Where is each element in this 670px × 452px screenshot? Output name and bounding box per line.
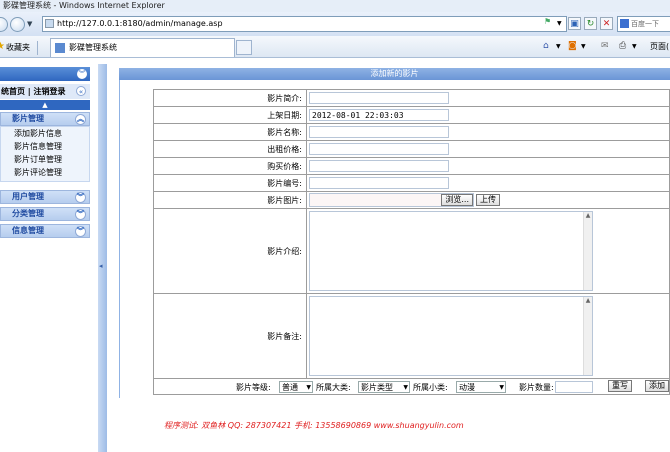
scroll-up-icon[interactable]: ▲: [0, 100, 90, 110]
grade-label: 影片等级:: [236, 382, 271, 392]
address-bar[interactable]: http://127.0.0.1:8180/admin/manage.asp: [42, 16, 567, 32]
sidebar-toggle-icon[interactable]: «: [76, 86, 86, 96]
textarea-scrollbar[interactable]: ▲: [583, 212, 592, 290]
page-icon: [45, 19, 54, 28]
section-label: 分类管理: [12, 209, 44, 218]
name-label: 影片名称:: [153, 123, 307, 141]
sidebar-section-movies[interactable]: 影片管理 ︽: [0, 112, 90, 126]
intro-label: 影片简介:: [153, 89, 307, 107]
print-dropdown-icon[interactable]: ▼: [632, 43, 637, 50]
tab-title: 影碟管理系统: [69, 43, 117, 52]
rent-input[interactable]: [309, 143, 449, 155]
browse-button[interactable]: 浏览...: [441, 194, 473, 206]
history-dropdown-icon[interactable]: ▼: [27, 20, 32, 28]
add-button[interactable]: 添加: [645, 379, 669, 392]
sidebar-item-movie-comments[interactable]: 影片评论管理: [14, 167, 62, 178]
minor-value: 动漫: [459, 382, 475, 392]
grade-value: 普通: [282, 382, 298, 392]
textarea-scrollbar[interactable]: ▲: [583, 297, 592, 375]
section-label: 信息管理: [12, 226, 44, 235]
image-label: 影片图片:: [153, 191, 307, 209]
rss-icon[interactable]: ▣: [568, 17, 581, 30]
chevron-down-icon: ▼: [306, 383, 311, 391]
intro-input[interactable]: [309, 92, 449, 104]
page-menu-button[interactable]: 页面(: [650, 41, 669, 52]
buy-label: 购买价格:: [153, 157, 307, 175]
favorites-star-icon[interactable]: ★: [0, 41, 5, 52]
search-engine-icon: [620, 19, 629, 28]
tab-page-icon: [55, 43, 65, 53]
address-text: http://127.0.0.1:8180/admin/manage.asp: [57, 19, 223, 28]
sidebar-section-users[interactable]: 用户管理 ︾: [0, 190, 90, 204]
feeds-dropdown-icon[interactable]: ▼: [581, 43, 586, 50]
sidebar-section-categories[interactable]: 分类管理 ︾: [0, 207, 90, 221]
sidebar-splitter[interactable]: [98, 64, 107, 452]
major-label: 所属大类:: [316, 382, 351, 392]
tab-active[interactable]: 影碟管理系统: [50, 38, 235, 57]
chevron-down-icon: ︾: [75, 226, 86, 237]
home-dropdown-icon[interactable]: ▼: [556, 43, 561, 50]
section-label: 用户管理: [12, 192, 44, 201]
major-select[interactable]: 影片类型 ▼: [358, 380, 410, 393]
page-title: 添加新的影片: [119, 68, 670, 80]
address-dropdown-icon[interactable]: ▼: [557, 20, 562, 27]
sidebar-section-info[interactable]: 信息管理 ︾: [0, 224, 90, 238]
upload-button[interactable]: 上传: [476, 194, 500, 206]
footer-credits: 程序测试: 双鱼林 QQ: 287307421 手机: 13558690869 …: [164, 421, 464, 430]
mail-icon[interactable]: ✉: [601, 41, 609, 51]
new-tab-button[interactable]: [236, 40, 252, 55]
refresh-icon[interactable]: ↻: [584, 17, 597, 30]
major-value: 影片类型: [361, 382, 393, 392]
desc-textarea[interactable]: ▲: [309, 211, 593, 291]
buy-input[interactable]: [309, 160, 449, 172]
compat-icon[interactable]: ⚑: [544, 17, 551, 26]
reset-button[interactable]: 重写: [608, 379, 632, 392]
desc-label: 影片介绍:: [153, 208, 307, 294]
date-input[interactable]: 2012-08-01 22:03:03: [309, 109, 449, 121]
splitter-arrow-icon[interactable]: ◂: [99, 262, 106, 272]
movie-form: 影片简介: 上架日期: 2012-08-01 22:03:03 影片名称: 出租…: [153, 89, 670, 395]
qty-label: 影片数量:: [519, 382, 554, 392]
sidebar-collapse-icon[interactable]: ︾: [77, 69, 87, 79]
favorites-button[interactable]: 收藏夹: [6, 42, 30, 53]
code-label: 影片编号:: [153, 174, 307, 192]
chevron-down-icon: ▼: [403, 383, 408, 391]
name-input[interactable]: [309, 126, 449, 138]
minor-label: 所属小类:: [413, 382, 448, 392]
home-icon[interactable]: ⌂: [543, 41, 549, 51]
toolbar-divider: [37, 41, 38, 55]
sidebar-item-add-movie[interactable]: 添加影片信息: [14, 128, 62, 139]
stop-icon[interactable]: ✕: [600, 17, 613, 30]
image-file-input[interactable]: 浏览...: [309, 193, 474, 207]
search-placeholder: 百度一下: [631, 20, 659, 28]
chevron-down-icon: ︾: [75, 192, 86, 203]
note-textarea[interactable]: ▲: [309, 296, 593, 376]
print-icon[interactable]: ⎙: [619, 41, 626, 51]
code-input[interactable]: [309, 177, 449, 189]
chevron-down-icon: ▼: [499, 383, 504, 391]
sidebar-item-movie-info[interactable]: 影片信息管理: [14, 141, 62, 152]
minor-select[interactable]: 动漫 ▼: [456, 380, 506, 393]
feeds-icon[interactable]: ◙: [568, 41, 577, 51]
qty-input[interactable]: [555, 380, 593, 393]
sidebar-item-movie-orders[interactable]: 影片订单管理: [14, 154, 62, 165]
section-label: 影片管理: [12, 114, 44, 123]
window-title: 影碟管理系统 - Windows Internet Explorer: [0, 0, 670, 12]
note-label: 影片备注:: [153, 293, 307, 379]
chevron-down-icon: ︾: [75, 209, 86, 220]
chevron-up-icon: ︽: [75, 114, 86, 125]
grade-select[interactable]: 普通 ▼: [279, 380, 313, 393]
search-input[interactable]: 百度一下: [617, 16, 670, 32]
forward-button[interactable]: [10, 17, 25, 32]
rent-label: 出租价格:: [153, 140, 307, 158]
date-label: 上架日期:: [153, 106, 307, 124]
